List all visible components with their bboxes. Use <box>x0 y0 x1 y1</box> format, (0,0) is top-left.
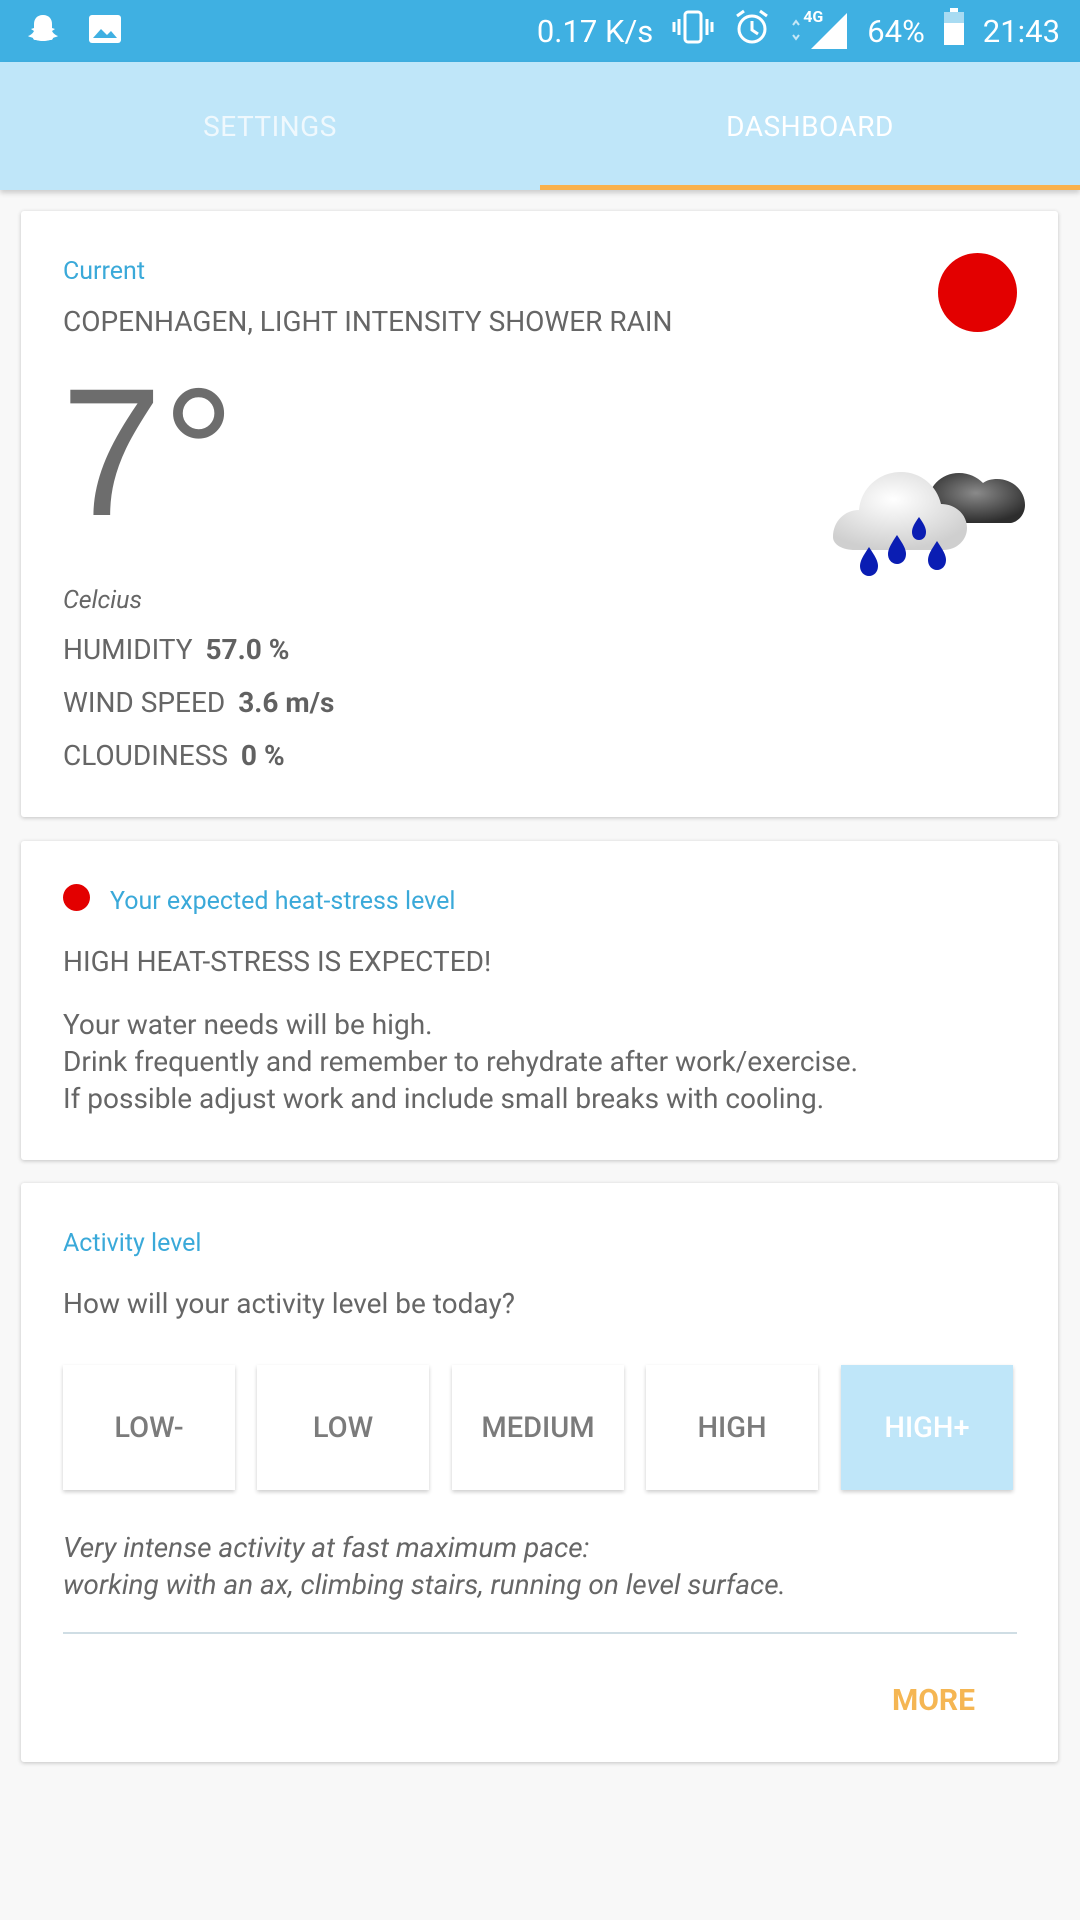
battery-icon <box>943 8 965 54</box>
advice-line: Drink frequently and remember to rehydra… <box>63 1045 858 1078</box>
activity-option-medium[interactable]: MEDIUM <box>452 1365 624 1490</box>
signal-icon: 4G <box>789 7 849 51</box>
activity-option-high[interactable]: HIGH <box>646 1365 818 1490</box>
humidity-row: HUMIDITY 57.0 % <box>63 633 289 666</box>
activity-option-low-minus[interactable]: LOW- <box>63 1365 235 1490</box>
alarm-icon <box>733 8 771 54</box>
wind-speed-value: 3.6 m/s <box>238 686 335 719</box>
activity-caption: Activity level <box>63 1229 202 1258</box>
current-weather-card: Current COPENHAGEN, LIGHT INTENSITY SHOW… <box>21 211 1058 817</box>
tab-dashboard[interactable]: DASHBOARD <box>540 62 1080 190</box>
cloudiness-value: 0 % <box>240 739 285 772</box>
clock: 21:43 <box>982 12 1060 50</box>
wind-speed-label: WIND SPEED <box>63 686 226 719</box>
cloudiness-row: CLOUDINESS 0 % <box>63 739 285 772</box>
network-speed: 0.17 K/s <box>536 12 654 50</box>
activity-question: How will your activity level be today? <box>63 1287 515 1320</box>
humidity-value: 57.0 % <box>205 633 290 666</box>
heat-stress-card: Your expected heat-stress level HIGH HEA… <box>21 841 1058 1160</box>
advice-line: If possible adjust work and include smal… <box>63 1082 825 1115</box>
status-bar: 0.17 K/s 4G 64% 21:43 <box>0 0 1080 62</box>
vibrate-icon <box>671 10 715 52</box>
heat-stress-caption: Your expected heat-stress level <box>110 887 456 916</box>
humidity-label: HUMIDITY <box>63 633 193 666</box>
wind-speed-row: WIND SPEED 3.6 m/s <box>63 686 334 719</box>
heat-stress-indicator <box>938 253 1017 332</box>
description-line: working with an ax, climbing stairs, run… <box>63 1568 786 1601</box>
current-caption: Current <box>63 257 146 286</box>
heat-stress-dot <box>63 884 90 911</box>
temperature: 7° <box>61 350 236 554</box>
temperature-unit: Celcius <box>63 586 143 615</box>
heat-stress-headline: HIGH HEAT-STRESS IS EXPECTED! <box>63 945 492 978</box>
shower-rain-icon <box>827 447 1031 582</box>
description-line: Very intense activity at fast maximum pa… <box>63 1531 590 1564</box>
activity-option-high-plus[interactable]: HIGH+ <box>841 1365 1013 1490</box>
more-button[interactable]: MORE <box>892 1683 975 1718</box>
network-type: 4G <box>803 7 824 26</box>
activity-description: Very intense activity at fast maximum pa… <box>63 1529 786 1603</box>
battery-percent: 64% <box>867 12 925 50</box>
advice-line: Your water needs will be high. <box>63 1008 433 1041</box>
tab-bar: SETTINGS DASHBOARD <box>0 62 1080 190</box>
activity-level-card: Activity level How will your activity le… <box>21 1183 1058 1762</box>
snapchat-icon <box>26 12 60 50</box>
tab-active-indicator <box>540 185 1080 190</box>
gallery-icon <box>88 14 122 48</box>
activity-option-low[interactable]: LOW <box>257 1365 429 1490</box>
divider <box>63 1632 1017 1634</box>
tab-settings[interactable]: SETTINGS <box>0 62 540 190</box>
location-condition: COPENHAGEN, LIGHT INTENSITY SHOWER RAIN <box>63 305 673 338</box>
heat-stress-advice: Your water needs will be high. Drink fre… <box>63 1006 858 1117</box>
cloudiness-label: CLOUDINESS <box>63 739 228 772</box>
